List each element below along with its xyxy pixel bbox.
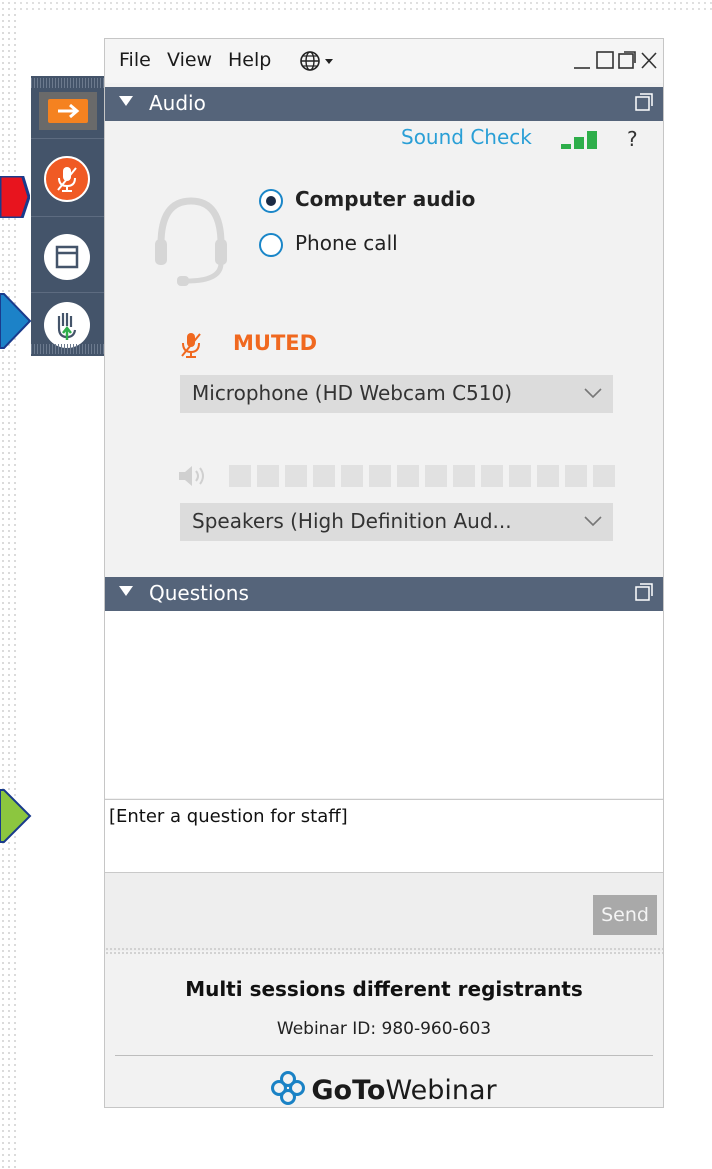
raise-hand-button[interactable] (44, 302, 90, 348)
send-area: Send (105, 873, 663, 951)
menu-help[interactable]: Help (228, 49, 271, 71)
minimize-button[interactable] (572, 49, 592, 75)
question-input[interactable]: [Enter a question for staff] (105, 799, 663, 873)
audio-popout-icon[interactable] (635, 93, 653, 111)
popout-icon (618, 51, 636, 69)
green-callout-arrow-icon (0, 789, 32, 843)
questions-popout-icon[interactable] (635, 583, 653, 601)
audio-panel-body: Sound Check ? Computer audio Phone call … (105, 123, 663, 575)
close-button[interactable] (639, 49, 659, 75)
footer-divider (115, 1055, 653, 1056)
window-icon (55, 245, 79, 269)
muted-microphone-icon (181, 333, 201, 358)
language-globe-button[interactable] (299, 50, 339, 76)
collapse-triangle-icon (119, 96, 133, 106)
logo-text-goto: GoTo (311, 1075, 386, 1106)
menu-file[interactable]: File (119, 49, 151, 71)
background-dots-top (0, 0, 712, 14)
audio-help-button[interactable]: ? (627, 127, 638, 151)
questions-panel-header[interactable]: Questions (105, 577, 663, 611)
chevron-down-icon (584, 388, 602, 399)
computer-audio-radio[interactable] (259, 189, 283, 213)
close-icon (641, 52, 657, 69)
maximize-button[interactable] (595, 49, 615, 75)
maximize-icon (596, 51, 614, 69)
collapse-panel-button[interactable] (39, 92, 97, 130)
audio-panel-header[interactable]: Audio (105, 87, 663, 121)
toolbar-top-grip[interactable] (31, 78, 105, 88)
resize-grip[interactable] (105, 947, 663, 955)
collapse-triangle-icon (119, 586, 133, 596)
phone-call-label[interactable]: Phone call (295, 231, 398, 255)
headset-icon (155, 197, 227, 286)
audio-panel-title: Audio (149, 91, 206, 115)
questions-log (105, 611, 663, 798)
muted-status: MUTED (233, 331, 318, 355)
toolbar-bottom-grip[interactable] (31, 344, 105, 354)
speaker-volume-icon (179, 466, 204, 486)
speakers-select-value: Speakers (High Definition Aud... (192, 509, 512, 533)
menu-bar: File View Help (105, 39, 663, 83)
chevron-down-icon (584, 516, 602, 527)
arrow-right-icon (48, 99, 88, 123)
webinar-id: Webinar ID: 980-960-603 (276, 1019, 492, 1039)
microphone-select[interactable]: Microphone (HD Webcam C510) (180, 375, 613, 413)
gotowebinar-window: File View Help Audio Sound Check ? Compu… (104, 38, 664, 1108)
minimize-icon (574, 67, 590, 69)
microphone-select-value: Microphone (HD Webcam C510) (192, 381, 513, 405)
globe-icon (300, 51, 333, 71)
control-panel-toolbar (31, 76, 105, 356)
menu-view[interactable]: View (167, 49, 212, 71)
signal-bars-icon (561, 131, 597, 149)
red-callout-arrow-icon (0, 176, 30, 218)
popout-window-button[interactable] (617, 49, 637, 75)
gotowebinar-flower-icon (271, 1071, 306, 1105)
session-title: Multi sessions different registrants (185, 977, 583, 1001)
muted-microphone-icon (57, 167, 77, 192)
questions-panel-title: Questions (149, 581, 249, 605)
speakers-select[interactable]: Speakers (High Definition Aud... (180, 503, 613, 541)
logo-text-webinar: Webinar (385, 1075, 497, 1106)
sound-check-link[interactable]: Sound Check (401, 125, 532, 149)
microphone-mute-button[interactable] (44, 156, 90, 202)
window-toggle-button[interactable] (44, 234, 90, 280)
blue-callout-arrow-icon (0, 293, 32, 349)
computer-audio-label[interactable]: Computer audio (295, 187, 475, 211)
phone-call-radio[interactable] (259, 233, 283, 257)
gotowebinar-logo: GoToWebinar (105, 1071, 663, 1106)
send-button[interactable]: Send (593, 895, 657, 935)
webinar-info-footer: Multi sessions different registrants Web… (105, 957, 663, 1107)
question-input-placeholder: [Enter a question for staff] (109, 806, 348, 827)
raise-hand-icon (57, 313, 77, 340)
